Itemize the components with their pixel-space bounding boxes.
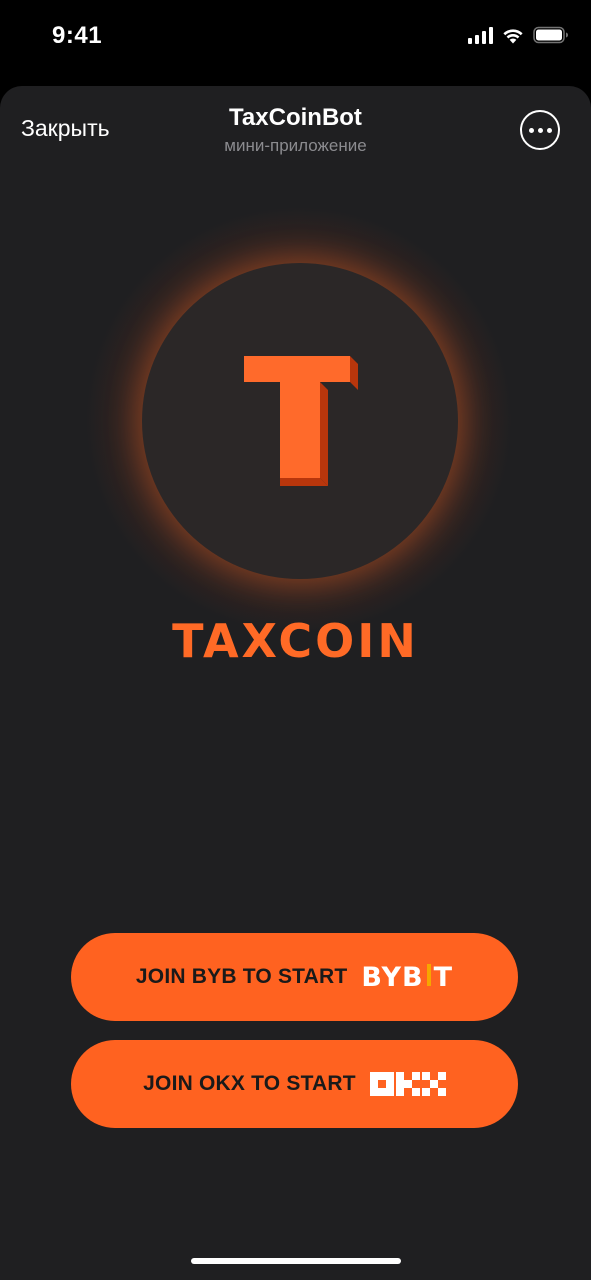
join-bybit-label: JOIN BYB TO START bbox=[135, 965, 348, 988]
signal-icon bbox=[468, 26, 493, 44]
status-bar: 9:41 bbox=[0, 0, 591, 80]
join-okx-label: JOIN OKX TO START bbox=[143, 1072, 356, 1095]
taxcoin-logo-coin[interactable] bbox=[142, 263, 458, 579]
join-bybit-button[interactable]: JOIN BYB TO START BYB T bbox=[71, 933, 518, 1021]
brand-name: TAXCOIN bbox=[172, 614, 419, 668]
okx-logo-icon bbox=[369, 1072, 446, 1096]
bybit-logo-bar bbox=[426, 964, 431, 986]
more-icon[interactable] bbox=[520, 110, 560, 150]
home-indicator[interactable] bbox=[191, 1258, 401, 1264]
app-subtitle: мини-приложение bbox=[224, 136, 367, 155]
screen: 9:41 Закрыть TaxCoinBot мини-приложение bbox=[0, 0, 591, 1280]
join-okx-button[interactable]: JOIN OKX TO START bbox=[71, 1040, 518, 1128]
taxcoin-t-logo-icon bbox=[244, 356, 358, 486]
status-time: 9:41 bbox=[52, 22, 103, 49]
nav-bar: Закрыть TaxCoinBot мини-приложение bbox=[0, 86, 591, 176]
mini-app-sheet: Закрыть TaxCoinBot мини-приложение TAXCO… bbox=[0, 86, 591, 1280]
bybit-logo: BYB T bbox=[361, 961, 454, 993]
status-icons bbox=[468, 26, 569, 44]
app-title: TaxCoinBot bbox=[229, 104, 362, 131]
battery-icon bbox=[533, 26, 568, 44]
wifi-icon bbox=[503, 29, 523, 44]
